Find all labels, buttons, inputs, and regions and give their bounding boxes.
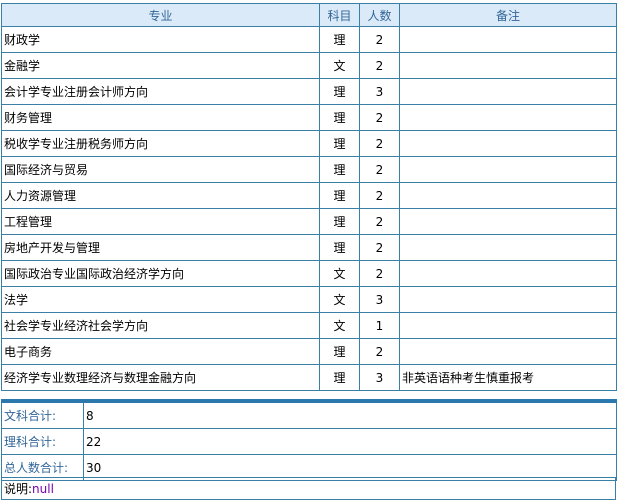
table-row: 工程管理理 2 (1, 208, 617, 235)
cell-major: 税收学专业注册税务师方向 (1, 130, 320, 157)
note-table: 说明:null (1, 477, 616, 500)
cell-note (399, 260, 617, 287)
cell-subject: 文 (319, 260, 360, 287)
cell-note (399, 130, 617, 157)
enrollment-table: 专业 科目 人数 备注 财政学理 2 金融学文 2 会计学专业注册会计师方向理 3 财务管理… (1, 3, 617, 391)
cell-count: 2 (359, 260, 400, 287)
cell-major: 人力资源管理 (1, 182, 320, 209)
cell-note (399, 286, 617, 313)
cell-major: 工程管理 (1, 208, 320, 235)
cell-note (399, 78, 617, 105)
table-body: 财政学理 2 金融学文 2 会计学专业注册会计师方向理 3 财务管理理 2 税收学专业注册税务师… (1, 26, 617, 391)
cell-count: 2 (359, 130, 400, 157)
summary-row: 文科合计: 8 (1, 400, 617, 429)
summary-row: 理科合计: 22 (1, 428, 617, 455)
cell-major: 财政学 (1, 26, 320, 53)
summary-table: 文科合计: 8 理科合计: 22 总人数合计: 30 (1, 399, 617, 481)
cell-subject: 文 (319, 286, 360, 313)
cell-major: 国际政治专业国际政治经济学方向 (1, 260, 320, 287)
table-row: 税收学专业注册税务师方向理 2 (1, 130, 617, 157)
cell-note: 非英语语种考生慎重报考 (399, 364, 617, 391)
cell-count: 2 (359, 156, 400, 183)
note-label: 说明: (4, 482, 33, 496)
cell-note (399, 208, 617, 235)
summary-value: 22 (83, 428, 617, 455)
cell-subject: 理 (319, 338, 360, 365)
header-subject: 科目 (319, 3, 360, 27)
cell-major: 房地产开发与管理 (1, 234, 320, 261)
cell-count: 2 (359, 104, 400, 131)
cell-major: 财务管理 (1, 104, 320, 131)
summary-value: 8 (83, 400, 617, 429)
table-row: 国际经济与贸易理 2 (1, 156, 617, 183)
table-row: 法学文 3 (1, 286, 617, 313)
cell-subject: 理 (319, 156, 360, 183)
cell-subject: 文 (319, 52, 360, 79)
cell-major: 国际经济与贸易 (1, 156, 320, 183)
table-row: 电子商务理 2 (1, 338, 617, 365)
cell-count: 2 (359, 338, 400, 365)
cell-note (399, 52, 617, 79)
note-row: 说明:null (1, 477, 616, 500)
cell-note (399, 234, 617, 261)
header-major: 专业 (1, 3, 320, 27)
table-row: 人力资源管理理 2 (1, 182, 617, 209)
cell-count: 3 (359, 78, 400, 105)
cell-count: 2 (359, 234, 400, 261)
table-row: 财务管理理 2 (1, 104, 617, 131)
cell-subject: 理 (319, 182, 360, 209)
cell-note (399, 26, 617, 53)
cell-count: 3 (359, 364, 400, 391)
cell-subject: 理 (319, 364, 360, 391)
cell-major: 金融学 (1, 52, 320, 79)
cell-major: 社会学专业经济社会学方向 (1, 312, 320, 339)
cell-count: 1 (359, 312, 400, 339)
table-row: 社会学专业经济社会学方向文 1 (1, 312, 617, 339)
cell-subject: 理 (319, 26, 360, 53)
cell-note (399, 182, 617, 209)
note-value: null (32, 482, 54, 496)
cell-count: 3 (359, 286, 400, 313)
table-row: 经济学专业数理经济与数理金融方向理 3 非英语语种考生慎重报考 (1, 364, 617, 391)
table-row: 财政学理 2 (1, 26, 617, 53)
summary-label: 理科合计: (1, 428, 84, 455)
cell-note (399, 312, 617, 339)
table-row: 房地产开发与管理理 2 (1, 234, 617, 261)
cell-subject: 文 (319, 312, 360, 339)
cell-subject: 理 (319, 78, 360, 105)
cell-note (399, 338, 617, 365)
cell-major: 会计学专业注册会计师方向 (1, 78, 320, 105)
cell-major: 电子商务 (1, 338, 320, 365)
cell-major: 经济学专业数理经济与数理金融方向 (1, 364, 320, 391)
cell-subject: 理 (319, 234, 360, 261)
cell-count: 2 (359, 182, 400, 209)
table-row: 国际政治专业国际政治经济学方向文 2 (1, 260, 617, 287)
header-count: 人数 (359, 3, 400, 27)
cell-count: 2 (359, 26, 400, 53)
cell-subject: 理 (319, 130, 360, 157)
cell-note (399, 156, 617, 183)
summary-label: 文科合计: (1, 400, 84, 429)
cell-major: 法学 (1, 286, 320, 313)
cell-count: 2 (359, 208, 400, 235)
cell-count: 2 (359, 52, 400, 79)
table-row: 金融学文 2 (1, 52, 617, 79)
note-cell: 说明:null (1, 477, 616, 500)
table-header-row: 专业 科目 人数 备注 (1, 3, 617, 27)
cell-note (399, 104, 617, 131)
cell-subject: 理 (319, 104, 360, 131)
header-note: 备注 (399, 3, 617, 27)
table-row: 会计学专业注册会计师方向理 3 (1, 78, 617, 105)
cell-subject: 理 (319, 208, 360, 235)
